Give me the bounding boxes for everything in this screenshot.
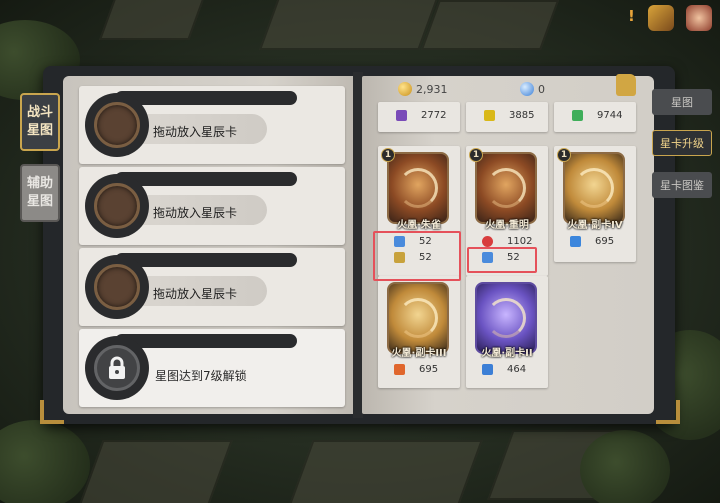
- card-level-badge: 1: [469, 148, 483, 162]
- coin-counter: 2,931: [398, 82, 448, 96]
- stat-value: 464: [507, 364, 527, 375]
- bush: [580, 430, 670, 503]
- highlight-box: [467, 247, 537, 273]
- stat-value: 2772: [421, 110, 447, 121]
- vortex-icon: [486, 298, 526, 338]
- unlock-requirement-label: 星图达到7级解锁: [155, 369, 247, 383]
- tab-star-card-atlas[interactable]: 星卡图鉴: [652, 172, 712, 198]
- stat-value: 695: [595, 236, 615, 247]
- empty-slot-icon: [94, 102, 140, 148]
- slot-label: 拖动放入星辰卡: [153, 287, 238, 301]
- card-art: [387, 152, 449, 224]
- highlight-box: [373, 231, 461, 281]
- stat-value: 3885: [509, 110, 535, 121]
- coin-icon: [398, 82, 412, 96]
- shield-blue-icon: [570, 236, 581, 247]
- card-name: 火凰·副卡IV: [567, 220, 623, 231]
- locked-card-slot: 星图达到7级解锁: [79, 329, 345, 407]
- floor-tile: [287, 440, 483, 503]
- tab-star-map[interactable]: 星图: [652, 89, 712, 115]
- card-stat: 1102: [482, 236, 532, 247]
- tab-atlas-label: 星卡图鉴: [660, 179, 704, 192]
- card-art: [475, 152, 537, 224]
- sword-blue-icon: [482, 364, 493, 375]
- card-slot[interactable]: 拖动放入星辰卡: [79, 167, 345, 245]
- slot-title-bar: [115, 253, 297, 267]
- shield-purple-icon: [396, 110, 407, 121]
- card-name: 火凰·副卡II: [481, 348, 533, 359]
- tab-assist-star-map[interactable]: 辅助星图: [20, 164, 60, 222]
- tab-battle-label: 战斗星图: [26, 105, 53, 138]
- lock-icon: [94, 345, 140, 391]
- slot-ring: [85, 93, 149, 157]
- star-card[interactable]: 火凰·副卡III 695: [378, 276, 460, 388]
- frame-corner: [656, 400, 680, 424]
- tab-star-map-label: 星图: [671, 96, 693, 109]
- floor-tile: [420, 0, 560, 50]
- empty-slot-icon: [94, 183, 140, 229]
- slot-ring: [85, 255, 149, 319]
- phoenix-icon: [574, 168, 614, 208]
- frame-corner: [40, 400, 64, 424]
- star-card[interactable]: 火凰·副卡II 464: [466, 276, 548, 388]
- card-partial[interactable]: 3885: [466, 102, 548, 132]
- card-pack-icon[interactable]: [616, 74, 636, 96]
- shield-red-icon: [394, 364, 405, 375]
- slot-title-bar: [115, 334, 297, 348]
- gem-counter: 0: [520, 82, 545, 96]
- slot-ring: [85, 174, 149, 238]
- card-stat: 695: [394, 364, 438, 375]
- slot-title-bar: [115, 172, 297, 186]
- tab-upgrade-label: 星卡升级: [660, 137, 704, 150]
- chest-icon[interactable]: [648, 5, 674, 31]
- slot-ring: [85, 336, 149, 400]
- gem-icon: [520, 82, 534, 96]
- alert-icon[interactable]: !: [628, 8, 638, 24]
- card-partial[interactable]: 2772: [378, 102, 460, 132]
- slot-title-bar: [115, 91, 297, 105]
- card-slot[interactable]: 拖动放入星辰卡: [79, 86, 345, 164]
- card-stat: 695: [570, 236, 614, 247]
- card-art: [563, 152, 625, 224]
- card-name: 火凰·重明: [485, 220, 529, 231]
- gem-value: 0: [538, 82, 545, 96]
- slot-label: 拖动放入星辰卡: [153, 206, 238, 220]
- card-level-badge: 1: [381, 148, 395, 162]
- avatar-icon[interactable]: [686, 5, 712, 31]
- tab-battle-star-map[interactable]: 战斗星图: [20, 93, 60, 151]
- card-name: 火凰·副卡III: [391, 348, 447, 359]
- heart-icon: [482, 236, 493, 247]
- card-stat: 464: [482, 364, 526, 375]
- floor-tile: [259, 0, 441, 50]
- stat-value: 1102: [507, 236, 533, 247]
- star-card[interactable]: 1 火凰·副卡IV 695: [554, 146, 636, 262]
- stat-value: 695: [419, 364, 439, 375]
- sword-green-icon: [572, 110, 583, 121]
- coin-value: 2,931: [416, 82, 448, 96]
- phoenix-icon: [398, 168, 438, 208]
- card-partial[interactable]: 9744: [554, 102, 636, 132]
- empty-slot-icon: [94, 264, 140, 310]
- stat-value: 9744: [597, 110, 623, 121]
- card-stat: 9744: [572, 110, 622, 121]
- slot-label: 拖动放入星辰卡: [153, 125, 238, 139]
- card-stat: 2772: [396, 110, 446, 121]
- card-slot[interactable]: 拖动放入星辰卡: [79, 248, 345, 326]
- card-stat: 3885: [484, 110, 534, 121]
- floor-tile: [99, 0, 211, 40]
- phoenix-icon: [486, 168, 526, 208]
- bush: [0, 420, 90, 503]
- shield-yellow-icon: [484, 110, 495, 121]
- phoenix-icon: [398, 298, 438, 338]
- card-level-badge: 1: [557, 148, 571, 162]
- tab-star-card-upgrade[interactable]: 星卡升级: [652, 130, 712, 156]
- floor-tile: [77, 440, 233, 503]
- tab-assist-label: 辅助星图: [26, 176, 53, 209]
- card-name: 火凰·朱雀: [397, 220, 441, 231]
